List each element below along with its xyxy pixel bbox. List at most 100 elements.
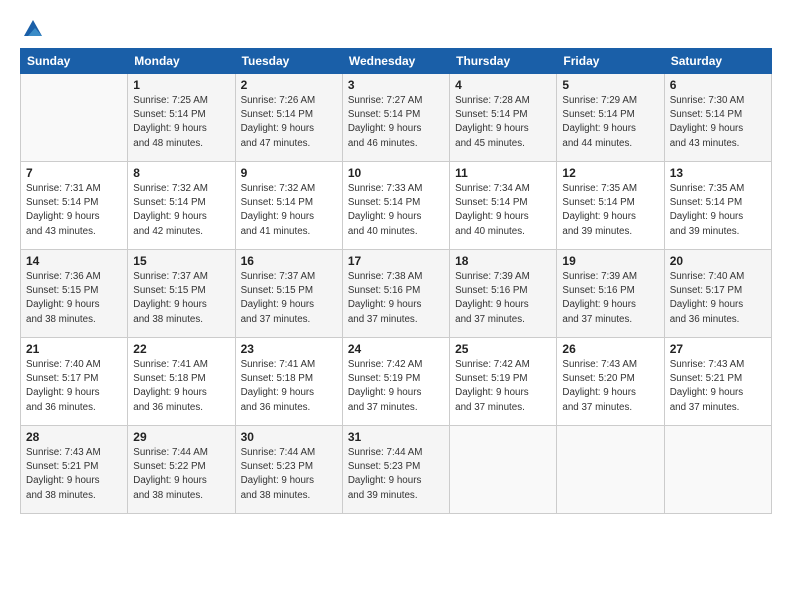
calendar-cell: [664, 426, 771, 514]
day-info: Sunrise: 7:39 AM Sunset: 5:16 PM Dayligh…: [562, 270, 658, 327]
day-number: 13: [670, 166, 766, 180]
calendar-cell: 22Sunrise: 7:41 AM Sunset: 5:18 PM Dayli…: [128, 338, 235, 426]
day-info: Sunrise: 7:31 AM Sunset: 5:14 PM Dayligh…: [26, 182, 122, 239]
weekday-header-tuesday: Tuesday: [235, 49, 342, 74]
day-info: Sunrise: 7:44 AM Sunset: 5:22 PM Dayligh…: [133, 446, 229, 503]
day-info: Sunrise: 7:44 AM Sunset: 5:23 PM Dayligh…: [241, 446, 337, 503]
day-number: 24: [348, 342, 444, 356]
day-number: 5: [562, 78, 658, 92]
day-info: Sunrise: 7:32 AM Sunset: 5:14 PM Dayligh…: [241, 182, 337, 239]
day-number: 16: [241, 254, 337, 268]
day-info: Sunrise: 7:35 AM Sunset: 5:14 PM Dayligh…: [562, 182, 658, 239]
day-number: 8: [133, 166, 229, 180]
day-info: Sunrise: 7:44 AM Sunset: 5:23 PM Dayligh…: [348, 446, 444, 503]
day-number: 19: [562, 254, 658, 268]
day-info: Sunrise: 7:25 AM Sunset: 5:14 PM Dayligh…: [133, 94, 229, 151]
day-number: 23: [241, 342, 337, 356]
day-number: 6: [670, 78, 766, 92]
calendar-cell: 18 Sunrise: 7:39 AM Sunset: 5:16 PM Dayli…: [450, 250, 557, 338]
weekday-header-saturday: Saturday: [664, 49, 771, 74]
day-number: 28: [26, 430, 122, 444]
day-info: Sunrise: 7:33 AM Sunset: 5:14 PM Dayligh…: [348, 182, 444, 239]
day-info: Sunrise: 7:34 AM Sunset: 5:14 PM Dayligh…: [455, 182, 551, 239]
day-number: 26: [562, 342, 658, 356]
day-info: Sunrise: 7:42 AM Sunset: 5:19 PM Dayligh…: [455, 358, 551, 415]
day-number: 21: [26, 342, 122, 356]
calendar-cell: 12 Sunrise: 7:35 AM Sunset: 5:14 PM Dayli…: [557, 162, 664, 250]
day-number: 17: [348, 254, 444, 268]
weekday-header-row: SundayMondayTuesdayWednesdayThursdayFrid…: [21, 49, 772, 74]
day-info: Sunrise: 7:28 AM Sunset: 5:14 PM Dayligh…: [455, 94, 551, 151]
calendar-cell: 23 Sunrise: 7:41 AM Sunset: 5:18 PM Dayli…: [235, 338, 342, 426]
weekday-header-friday: Friday: [557, 49, 664, 74]
page: SundayMondayTuesdayWednesdayThursdayFrid…: [0, 0, 792, 612]
calendar-cell: 9 Sunrise: 7:32 AM Sunset: 5:14 PM Daylig…: [235, 162, 342, 250]
day-number: 15: [133, 254, 229, 268]
day-number: 2: [241, 78, 337, 92]
calendar-cell: 13 Sunrise: 7:35 AM Sunset: 5:14 PM Dayli…: [664, 162, 771, 250]
day-info: Sunrise: 7:39 AM Sunset: 5:16 PM Dayligh…: [455, 270, 551, 327]
day-info: Sunrise: 7:42 AM Sunset: 5:19 PM Dayligh…: [348, 358, 444, 415]
day-info: Sunrise: 7:37 AM Sunset: 5:15 PM Dayligh…: [133, 270, 229, 327]
day-number: 31: [348, 430, 444, 444]
logo: [20, 18, 44, 40]
calendar-cell: 15 Sunrise: 7:37 AM Sunset: 5:15 PM Dayli…: [128, 250, 235, 338]
day-info: Sunrise: 7:41 AM Sunset: 5:18 PM Dayligh…: [241, 358, 337, 415]
calendar-cell: [450, 426, 557, 514]
calendar-cell: [21, 74, 128, 162]
calendar-cell: 27 Sunrise: 7:43 AM Sunset: 5:21 PM Dayli…: [664, 338, 771, 426]
day-info: Sunrise: 7:43 AM Sunset: 5:20 PM Dayligh…: [562, 358, 658, 415]
day-number: 30: [241, 430, 337, 444]
calendar-cell: [557, 426, 664, 514]
day-info: Sunrise: 7:29 AM Sunset: 5:14 PM Dayligh…: [562, 94, 658, 151]
calendar-week-5: 28 Sunrise: 7:43 AM Sunset: 5:21 PM Dayli…: [21, 426, 772, 514]
calendar-cell: 19 Sunrise: 7:39 AM Sunset: 5:16 PM Dayli…: [557, 250, 664, 338]
calendar-cell: 29 Sunrise: 7:44 AM Sunset: 5:22 PM Dayli…: [128, 426, 235, 514]
day-info: Sunrise: 7:41 AM Sunset: 5:18 PM Dayligh…: [133, 358, 229, 415]
day-info: Sunrise: 7:38 AM Sunset: 5:16 PM Dayligh…: [348, 270, 444, 327]
day-number: 1: [133, 78, 229, 92]
weekday-header-monday: Monday: [128, 49, 235, 74]
day-number: 14: [26, 254, 122, 268]
calendar-cell: 5 Sunrise: 7:29 AM Sunset: 5:14 PM Daylig…: [557, 74, 664, 162]
day-info: Sunrise: 7:43 AM Sunset: 5:21 PM Dayligh…: [26, 446, 122, 503]
calendar-cell: 28 Sunrise: 7:43 AM Sunset: 5:21 PM Dayli…: [21, 426, 128, 514]
calendar-cell: 8 Sunrise: 7:32 AM Sunset: 5:14 PM Daylig…: [128, 162, 235, 250]
day-info: Sunrise: 7:35 AM Sunset: 5:14 PM Dayligh…: [670, 182, 766, 239]
calendar-cell: 10Sunrise: 7:33 AM Sunset: 5:14 PM Dayli…: [342, 162, 449, 250]
day-number: 3: [348, 78, 444, 92]
calendar-cell: 16Sunrise: 7:37 AM Sunset: 5:15 PM Dayli…: [235, 250, 342, 338]
calendar-week-1: 1 Sunrise: 7:25 AM Sunset: 5:14 PM Daylig…: [21, 74, 772, 162]
day-info: Sunrise: 7:27 AM Sunset: 5:14 PM Dayligh…: [348, 94, 444, 151]
calendar-cell: 3 Sunrise: 7:27 AM Sunset: 5:14 PM Daylig…: [342, 74, 449, 162]
day-info: Sunrise: 7:32 AM Sunset: 5:14 PM Dayligh…: [133, 182, 229, 239]
calendar-cell: 14 Sunrise: 7:36 AM Sunset: 5:15 PM Dayli…: [21, 250, 128, 338]
day-info: Sunrise: 7:40 AM Sunset: 5:17 PM Dayligh…: [26, 358, 122, 415]
day-number: 27: [670, 342, 766, 356]
day-number: 12: [562, 166, 658, 180]
calendar-cell: 6 Sunrise: 7:30 AM Sunset: 5:14 PM Daylig…: [664, 74, 771, 162]
calendar-cell: 7 Sunrise: 7:31 AM Sunset: 5:14 PM Daylig…: [21, 162, 128, 250]
day-number: 29: [133, 430, 229, 444]
day-info: Sunrise: 7:36 AM Sunset: 5:15 PM Dayligh…: [26, 270, 122, 327]
weekday-header-sunday: Sunday: [21, 49, 128, 74]
weekday-header-wednesday: Wednesday: [342, 49, 449, 74]
day-info: Sunrise: 7:30 AM Sunset: 5:14 PM Dayligh…: [670, 94, 766, 151]
calendar-cell: 26 Sunrise: 7:43 AM Sunset: 5:20 PM Dayli…: [557, 338, 664, 426]
calendar-cell: 30 Sunrise: 7:44 AM Sunset: 5:23 PM Dayli…: [235, 426, 342, 514]
day-number: 18: [455, 254, 551, 268]
day-number: 4: [455, 78, 551, 92]
day-number: 25: [455, 342, 551, 356]
calendar-week-2: 7 Sunrise: 7:31 AM Sunset: 5:14 PM Daylig…: [21, 162, 772, 250]
day-number: 7: [26, 166, 122, 180]
day-number: 9: [241, 166, 337, 180]
calendar-cell: 11Sunrise: 7:34 AM Sunset: 5:14 PM Dayli…: [450, 162, 557, 250]
logo-icon: [22, 18, 44, 40]
calendar-table: SundayMondayTuesdayWednesdayThursdayFrid…: [20, 48, 772, 514]
calendar-week-4: 21 Sunrise: 7:40 AM Sunset: 5:17 PM Dayli…: [21, 338, 772, 426]
calendar-cell: 31 Sunrise: 7:44 AM Sunset: 5:23 PM Dayli…: [342, 426, 449, 514]
calendar-cell: 2Sunrise: 7:26 AM Sunset: 5:14 PM Daylig…: [235, 74, 342, 162]
weekday-header-thursday: Thursday: [450, 49, 557, 74]
calendar-cell: 21 Sunrise: 7:40 AM Sunset: 5:17 PM Dayli…: [21, 338, 128, 426]
day-info: Sunrise: 7:43 AM Sunset: 5:21 PM Dayligh…: [670, 358, 766, 415]
